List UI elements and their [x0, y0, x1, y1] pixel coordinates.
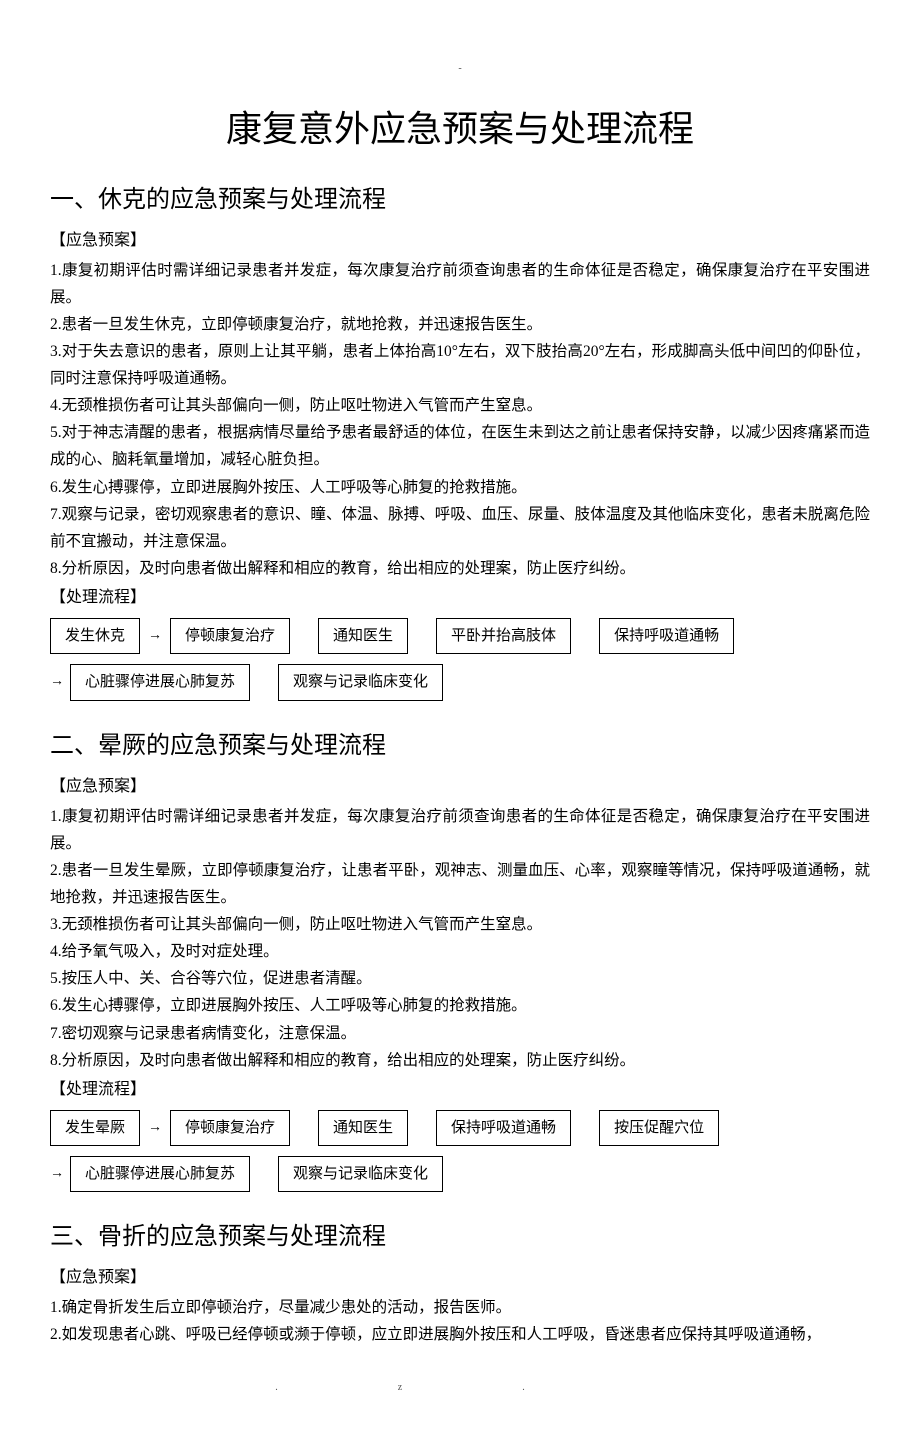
section-1-item: 2.患者一旦发生休克，立即停顿康复治疗，就地抢救，并迅速报告医生。	[50, 311, 870, 338]
section-2-item: 3.无颈椎损伤者可让其头部偏向一侧，防止呕吐物进入气管而产生窒息。	[50, 911, 870, 938]
section-2-item: 6.发生心搏骤停，立即进展胸外按压、人工呼吸等心肺复的抢救措施。	[50, 992, 870, 1019]
section-1-flow-label: 【处理流程】	[50, 584, 870, 612]
section-3-heading: 三、骨折的应急预案与处理流程	[50, 1216, 870, 1258]
section-1-item: 3.对于失去意识的患者，原则上让其平躺，患者上体抬高10°左右，双下肢抬高20°…	[50, 338, 870, 392]
section-1-item: 8.分析原因，及时向患者做出解释和相应的教育，给出相应的处理案，防止医疗纠纷。	[50, 555, 870, 582]
section-1-heading: 一、休克的应急预案与处理流程	[50, 179, 870, 221]
section-3-item: 1.确定骨折发生后立即停顿治疗，尽量减少患处的活动，报告医师。	[50, 1294, 870, 1321]
document-title: 康复意外应急预案与处理流程	[50, 98, 870, 161]
section-1-flowchart: 发生休克 → 停顿康复治疗 通知医生 平卧并抬高肢体 保持呼吸道通畅 → 心脏骤…	[50, 618, 870, 711]
section-1-item: 5.对于神志清醒的患者，根据病情尽量给予患者最舒适的体位，在医生未到达之前让患者…	[50, 419, 870, 473]
flow-box: 停顿康复治疗	[170, 1110, 290, 1146]
section-2-item: 7.密切观察与记录患者病情变化，注意保温。	[50, 1020, 870, 1047]
arrow-icon: →	[148, 1116, 162, 1141]
section-1-item: 1.康复初期评估时需详细记录患者并发症，每次康复治疗前须查询患者的生命体征是否稳…	[50, 257, 870, 311]
flow-box: 发生休克	[50, 618, 140, 654]
section-1-plan-label: 【应急预案】	[50, 227, 870, 255]
flow-box: 通知医生	[318, 618, 408, 654]
arrow-icon: →	[148, 624, 162, 649]
flow-box: 观察与记录临床变化	[278, 1156, 443, 1192]
section-2-item: 4.给予氧气吸入，及时对症处理。	[50, 938, 870, 965]
arrow-icon: →	[50, 1162, 64, 1187]
flow-box: 保持呼吸道通畅	[436, 1110, 571, 1146]
section-2-item: 5.按压人中、关、合谷等穴位，促进患者清醒。	[50, 965, 870, 992]
section-2-plan-label: 【应急预案】	[50, 773, 870, 801]
flow-box: 按压促醒穴位	[599, 1110, 719, 1146]
section-1-item: 4.无颈椎损伤者可让其头部偏向一侧，防止呕吐物进入气管而产生窒息。	[50, 392, 870, 419]
section-2-item: 8.分析原因，及时向患者做出解释和相应的教育，给出相应的处理案，防止医疗纠纷。	[50, 1047, 870, 1074]
section-3-item: 2.如发现患者心跳、呼吸已经停顿或濒于停顿，应立即进展胸外按压和人工呼吸，昏迷患…	[50, 1321, 870, 1348]
section-2-item: 2.患者一旦发生晕厥，立即停顿康复治疗，让患者平卧，观神志、测量血压、心率，观察…	[50, 857, 870, 911]
section-2-flow-label: 【处理流程】	[50, 1076, 870, 1104]
arrow-icon: →	[50, 670, 64, 695]
flow-box: 通知医生	[318, 1110, 408, 1146]
flow-box: 观察与记录临床变化	[278, 664, 443, 700]
section-2-flowchart: 发生晕厥 → 停顿康复治疗 通知医生 保持呼吸道通畅 按压促醒穴位 → 心脏骤停…	[50, 1110, 870, 1203]
section-2-heading: 二、晕厥的应急预案与处理流程	[50, 725, 870, 767]
flow-box: 保持呼吸道通畅	[599, 618, 734, 654]
section-2-item: 1.康复初期评估时需详细记录患者并发症，每次康复治疗前须查询患者的生命体征是否稳…	[50, 803, 870, 857]
section-1-item: 6.发生心搏骤停，立即进展胸外按压、人工呼吸等心肺复的抢救措施。	[50, 474, 870, 501]
flow-box: 心脏骤停进展心肺复苏	[70, 1156, 250, 1192]
section-3-plan-label: 【应急预案】	[50, 1264, 870, 1292]
page-mark-top: -	[50, 60, 870, 78]
section-1-item: 7.观察与记录，密切观察患者的意识、瞳、体温、脉搏、呼吸、血压、尿量、肢体温度及…	[50, 501, 870, 555]
flow-box: 心脏骤停进展心肺复苏	[70, 664, 250, 700]
flow-box: 平卧并抬高肢体	[436, 618, 571, 654]
flow-box: 停顿康复治疗	[170, 618, 290, 654]
page-mark-bottom: .z.	[50, 1379, 870, 1397]
flow-box: 发生晕厥	[50, 1110, 140, 1146]
